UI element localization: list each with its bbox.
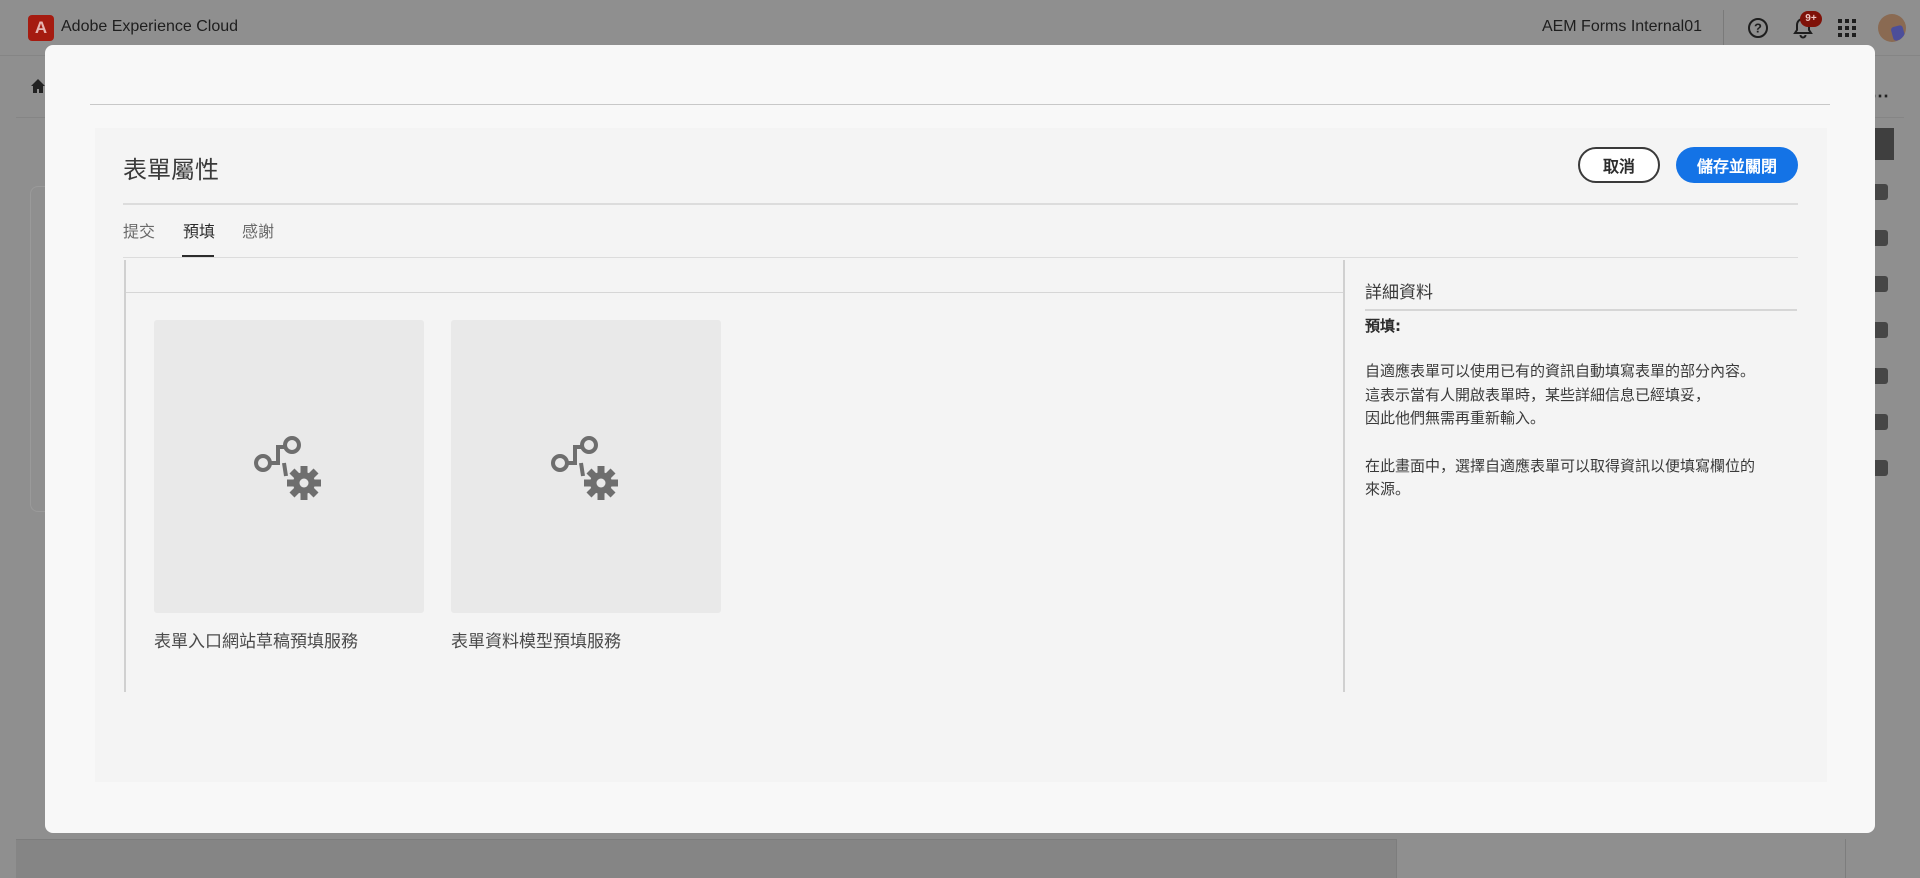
details-line: 來源。 (1365, 480, 1411, 498)
dialog-title: 表單屬性 (123, 156, 219, 184)
save-and-close-button[interactable]: 儲存並關閉 (1676, 147, 1798, 183)
dialog-top-divider (90, 104, 1830, 105)
notification-badge: 9+ (1800, 11, 1822, 27)
tab-submit[interactable]: 提交 (123, 218, 155, 242)
tabs-divider (123, 257, 1798, 258)
details-line: 這表示當有人開啟表單時，某些詳細信息已經填妥， (1365, 385, 1711, 404)
org-switcher[interactable]: AEM Forms Internal01 (1542, 18, 1702, 36)
content-border (124, 260, 126, 692)
details-panel: 詳細資料 預填: 自適應表單可以使用已有的資訊自動填寫表單的部分內容。 這表示當… (1365, 278, 1797, 502)
cancel-button[interactable]: 取消 (1578, 147, 1660, 183)
details-line: 因此他們無需再重新輸入。 (1365, 409, 1546, 427)
details-title: 詳細資料 (1365, 278, 1797, 311)
card-label[interactable]: 表單資料模型預填服務 (451, 627, 621, 652)
header-divider (1723, 10, 1724, 46)
svg-text:?: ? (1754, 21, 1762, 36)
details-description: 自適應表單可以使用已有的資訊自動填寫表單的部分內容。 這表示當有人開啟表單時，某… (1365, 360, 1797, 431)
content-toolbar-divider (126, 292, 1343, 293)
tab-thank-you[interactable]: 感謝 (242, 218, 274, 242)
details-line: 在此畫面中，選擇自適應表單可以取得資訊以便填寫欄位的 (1365, 456, 1756, 475)
avatar[interactable] (1878, 14, 1906, 42)
prefill-service-card[interactable] (451, 320, 721, 613)
details-divider (1343, 260, 1345, 692)
card-label[interactable]: 表單入口網站草稿預填服務 (154, 627, 358, 652)
details-description: 在此畫面中，選擇自適應表單可以取得資訊以便填寫欄位的 來源。 (1365, 455, 1797, 502)
background-footer-panel (1396, 839, 1846, 878)
background-footer (16, 839, 1396, 878)
tab-prefill[interactable]: 預填 (183, 218, 215, 242)
details-subtitle: 預填: (1365, 317, 1401, 335)
prefill-service-card[interactable] (154, 320, 424, 613)
adobe-logo-icon[interactable]: A (28, 15, 54, 41)
header-divider (123, 203, 1798, 205)
workflow-gear-icon (254, 435, 321, 500)
workflow-gear-icon (551, 435, 618, 500)
help-icon[interactable]: ? (1745, 15, 1771, 41)
apps-grid-icon[interactable] (1834, 15, 1860, 41)
app-title[interactable]: Adobe Experience Cloud (61, 18, 238, 36)
details-line: 自適應表單可以使用已有的資訊自動填寫表單的部分內容。 (1365, 362, 1756, 380)
home-icon (31, 79, 45, 93)
